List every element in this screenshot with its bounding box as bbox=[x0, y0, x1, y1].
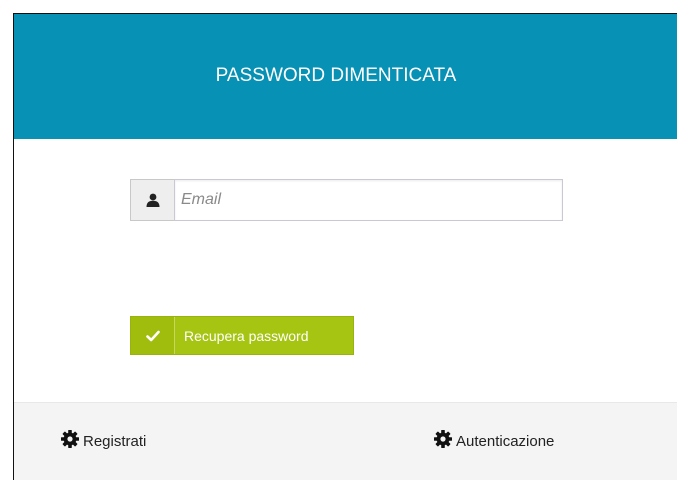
forgot-password-panel: PASSWORD DIMENTICATA Recupera password bbox=[13, 13, 677, 480]
gear-icon bbox=[60, 429, 83, 453]
login-link[interactable]: Autenticazione bbox=[433, 429, 554, 453]
check-icon bbox=[131, 317, 175, 354]
email-field[interactable] bbox=[174, 179, 563, 221]
panel-header: PASSWORD DIMENTICATA bbox=[14, 14, 677, 139]
user-icon bbox=[130, 179, 174, 221]
page-title: PASSWORD DIMENTICATA bbox=[215, 64, 457, 86]
login-label: Autenticazione bbox=[456, 432, 555, 450]
gear-icon bbox=[433, 429, 456, 453]
register-link[interactable]: Registrati bbox=[60, 429, 146, 453]
email-input-group bbox=[130, 179, 563, 221]
recover-password-label: Recupera password bbox=[184, 327, 309, 344]
register-label: Registrati bbox=[83, 432, 147, 450]
recover-password-button[interactable]: Recupera password bbox=[130, 316, 354, 355]
footer-bar: Registrati Autenticazione bbox=[14, 402, 677, 480]
